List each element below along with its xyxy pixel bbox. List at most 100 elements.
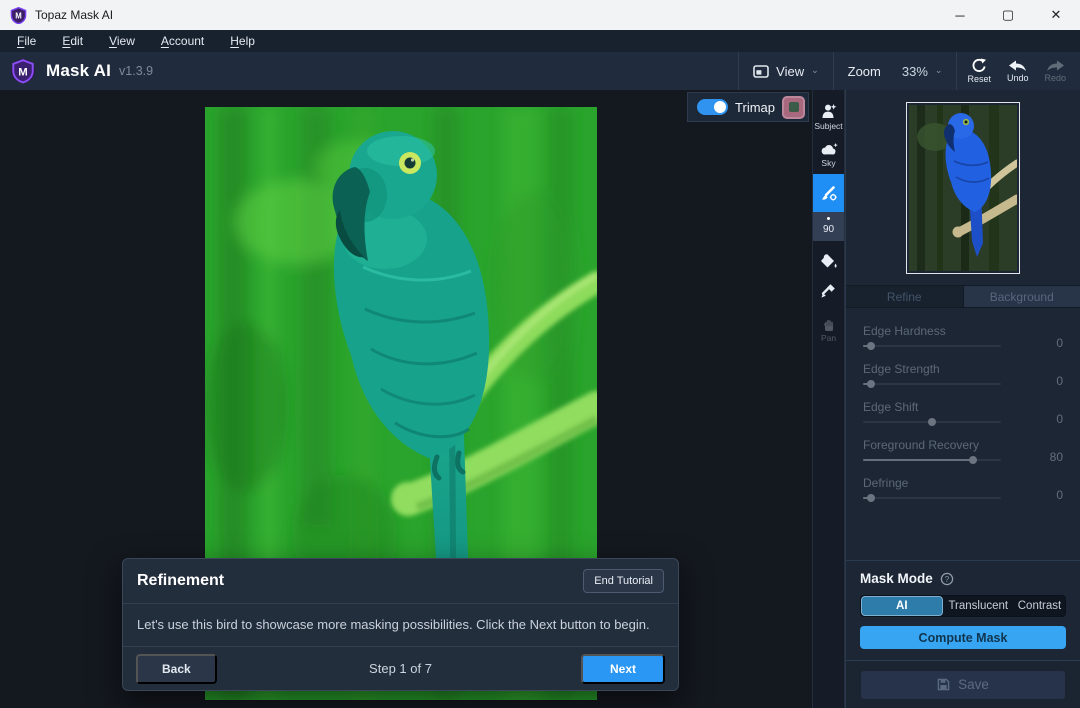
pan-hand-icon xyxy=(822,317,836,331)
mode-translucent[interactable]: Translucent xyxy=(943,596,1014,616)
subject-tool-button[interactable]: Subject xyxy=(813,97,844,137)
mode-contrast[interactable]: Contrast xyxy=(1014,596,1065,616)
pan-tool-button[interactable]: Pan xyxy=(813,311,844,349)
trimap-label: Trimap xyxy=(735,100,775,115)
brush-icon xyxy=(820,184,838,202)
view-label: View xyxy=(776,64,804,79)
trimap-color-swatch[interactable] xyxy=(782,96,805,119)
panel-tabs: Refine Background xyxy=(846,285,1080,308)
zoom-dropdown[interactable]: Zoom 33% ⌄ xyxy=(833,52,958,90)
menubar: FileEditViewAccountHelp xyxy=(0,30,1080,52)
swatch-inner xyxy=(789,102,799,112)
slider-value: 80 xyxy=(1037,450,1063,464)
back-button[interactable]: Back xyxy=(136,654,217,684)
end-tutorial-button[interactable]: End Tutorial xyxy=(583,569,664,593)
mask-mode-section: Mask Mode ? AITranslucentContrast Comput… xyxy=(846,560,1080,660)
slider-defringe[interactable]: Defringe 0 xyxy=(863,476,1063,502)
sky-icon xyxy=(819,143,838,156)
reset-button[interactable]: Reset xyxy=(959,52,999,90)
view-dropdown[interactable]: View ⌄ xyxy=(738,52,833,90)
zoom-value: 33% xyxy=(902,64,928,79)
brush-size-dot xyxy=(827,217,830,220)
slider-value: 0 xyxy=(1037,488,1063,502)
paint-bucket-icon xyxy=(820,253,838,270)
trimap-control: Trimap xyxy=(687,92,809,122)
maximize-button[interactable]: ▢ xyxy=(984,0,1032,30)
window-title: Topaz Mask AI xyxy=(35,8,113,22)
undo-button[interactable]: Undo xyxy=(999,52,1037,90)
mode-ai[interactable]: AI xyxy=(861,596,943,616)
dialog-title: Refinement xyxy=(137,572,224,590)
slider-label: Edge Shift xyxy=(863,400,1013,414)
slider-handle[interactable] xyxy=(867,342,875,350)
close-button[interactable]: ✕ xyxy=(1032,0,1080,30)
tutorial-dialog: Refinement End Tutorial Let's use this b… xyxy=(122,558,679,691)
slider-handle[interactable] xyxy=(969,456,977,464)
help-icon[interactable]: ? xyxy=(940,572,954,586)
slider-edge-shift[interactable]: Edge Shift 0 xyxy=(863,400,1063,426)
chevron-down-icon: ⌄ xyxy=(811,65,819,76)
svg-text:M: M xyxy=(18,66,27,78)
slider-foreground-recovery[interactable]: Foreground Recovery 80 xyxy=(863,438,1063,464)
zoom-label: Zoom xyxy=(848,64,881,79)
refine-sliders: Edge Hardness0 Edge Strength 0 Edge Shift 0 F… xyxy=(846,308,1080,514)
brush-tool-button[interactable] xyxy=(813,174,844,212)
slider-handle[interactable] xyxy=(867,380,875,388)
menu-help[interactable]: Help xyxy=(217,34,268,48)
save-section: Save xyxy=(846,660,1080,708)
view-mode-icon xyxy=(753,65,769,78)
sky-tool-button[interactable]: Sky xyxy=(813,137,844,174)
menu-edit[interactable]: Edit xyxy=(49,34,96,48)
save-disk-icon xyxy=(937,678,950,691)
slider-label: Edge Strength xyxy=(863,362,1013,376)
slider-label: Foreground Recovery xyxy=(863,438,1013,452)
slider-track[interactable] xyxy=(863,383,1001,385)
compute-mask-button[interactable]: Compute Mask xyxy=(860,626,1066,649)
slider-track[interactable] xyxy=(863,497,1001,499)
trimap-toggle[interactable] xyxy=(697,99,728,115)
redo-button[interactable]: Redo xyxy=(1036,52,1074,90)
slider-track[interactable] xyxy=(863,421,1001,423)
tab-background[interactable]: Background xyxy=(963,286,1080,307)
next-button[interactable]: Next xyxy=(581,654,665,684)
menu-file[interactable]: File xyxy=(4,34,49,48)
maskai-logo: M xyxy=(10,58,36,84)
tab-refine[interactable]: Refine xyxy=(846,286,963,307)
menu-view[interactable]: View xyxy=(96,34,148,48)
slider-track[interactable] xyxy=(863,459,1001,461)
reset-icon xyxy=(971,58,987,73)
brush-size-control[interactable]: 90 xyxy=(813,212,844,241)
save-label: Save xyxy=(958,677,989,692)
chevron-down-icon: ⌄ xyxy=(935,65,943,76)
brush-size-value: 90 xyxy=(823,224,834,235)
slider-value: 0 xyxy=(1037,412,1063,426)
save-button[interactable]: Save xyxy=(861,671,1065,699)
eyedropper-tool-button[interactable] xyxy=(813,276,844,305)
right-panel: Refine Background Edge Hardness0 Edge Str… xyxy=(845,90,1080,708)
eyedropper-icon xyxy=(820,282,837,299)
fill-tool-button[interactable] xyxy=(813,247,844,276)
slider-handle[interactable] xyxy=(928,418,936,426)
slider-edge-strength[interactable]: Edge Strength 0 xyxy=(863,362,1063,388)
toggle-knob xyxy=(714,101,726,113)
subject-icon xyxy=(820,103,837,119)
svg-text:?: ? xyxy=(945,575,950,584)
redo-icon xyxy=(1046,60,1065,72)
app-version: v1.3.9 xyxy=(119,64,153,78)
menu-account[interactable]: Account xyxy=(148,34,217,48)
app-icon: M xyxy=(10,7,27,24)
mask-preview-thumbnail[interactable] xyxy=(906,102,1020,274)
step-indicator: Step 1 of 7 xyxy=(369,661,432,676)
tool-strip: Subject Sky xyxy=(812,90,845,708)
app-name: Mask AI xyxy=(46,61,111,81)
slider-edge-hardness[interactable]: Edge Hardness0 xyxy=(863,324,1063,350)
slider-value: 0 xyxy=(1037,374,1063,388)
svg-text:M: M xyxy=(15,11,21,20)
slider-value: 0 xyxy=(1037,336,1063,350)
slider-label: Defringe xyxy=(863,476,1013,490)
titlebar: M Topaz Mask AI ─ ▢ ✕ xyxy=(0,0,1080,30)
minimize-button[interactable]: ─ xyxy=(936,0,984,30)
mask-mode-segmented: AITranslucentContrast xyxy=(860,595,1066,617)
slider-track[interactable] xyxy=(863,345,1001,347)
slider-handle[interactable] xyxy=(867,494,875,502)
